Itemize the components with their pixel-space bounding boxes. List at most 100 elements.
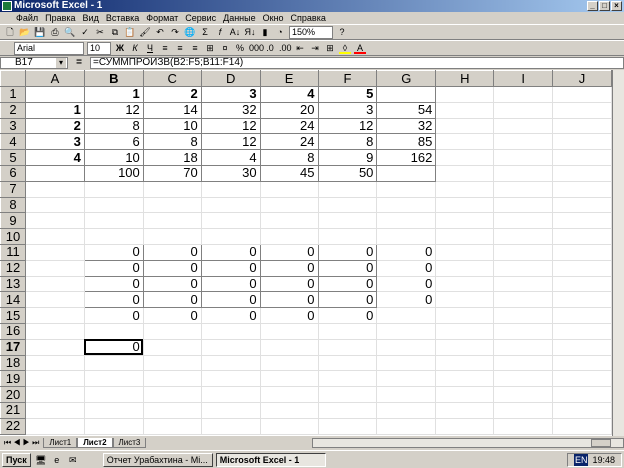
cell-H14[interactable] [435, 291, 495, 309]
cell-E21[interactable] [260, 402, 319, 419]
cell-H19[interactable] [435, 370, 495, 388]
cell-J4[interactable] [552, 133, 612, 151]
cell-G19[interactable] [376, 370, 437, 388]
cell-F16[interactable] [318, 323, 378, 340]
cell-E1[interactable]: 4 [259, 86, 319, 103]
sort-asc-icon[interactable]: A↓ [229, 26, 241, 38]
cell-I10[interactable] [493, 228, 554, 245]
cell-I22[interactable] [493, 418, 554, 435]
cell-B9[interactable] [84, 212, 144, 230]
function-icon[interactable]: f [214, 26, 226, 38]
cell-F20[interactable] [318, 386, 378, 403]
cell-I7[interactable] [493, 181, 554, 198]
cell-E20[interactable] [260, 386, 319, 403]
cell-H7[interactable] [435, 181, 495, 198]
save-icon[interactable]: 💾 [34, 26, 46, 38]
cell-I4[interactable] [493, 133, 554, 151]
cell-J2[interactable] [552, 102, 612, 119]
cell-A19[interactable] [25, 370, 85, 388]
cell-F4[interactable]: 8 [317, 133, 378, 151]
cell-E3[interactable]: 24 [259, 117, 319, 135]
cell-H6[interactable] [435, 165, 495, 182]
cell-I21[interactable] [493, 402, 554, 419]
cell-H13[interactable] [435, 276, 495, 293]
menu-6[interactable]: Данные [223, 13, 256, 23]
cell-D10[interactable] [201, 228, 261, 245]
cell-A15[interactable] [25, 307, 85, 324]
cell-G8[interactable] [376, 197, 437, 214]
cell-I15[interactable] [493, 307, 554, 324]
cell-J18[interactable] [552, 355, 612, 372]
spelling-icon[interactable]: ✓ [79, 26, 91, 38]
cell-I5[interactable] [493, 149, 554, 166]
cell-E4[interactable]: 24 [259, 133, 319, 151]
help-icon[interactable]: ? [336, 26, 348, 38]
cell-A3[interactable]: 2 [24, 117, 85, 135]
cell-A2[interactable]: 1 [24, 101, 85, 119]
cell-J16[interactable] [552, 323, 612, 340]
cell-D18[interactable] [201, 355, 261, 372]
cell-B8[interactable] [84, 197, 144, 214]
cell-C4[interactable]: 8 [142, 133, 202, 151]
cell-B6[interactable]: 100 [83, 164, 144, 182]
merge-icon[interactable]: ⊞ [204, 42, 216, 54]
borders-icon[interactable]: ⊞ [324, 42, 336, 54]
cell-F22[interactable] [318, 418, 378, 435]
close-button[interactable]: × [611, 1, 622, 11]
cell-J15[interactable] [552, 307, 612, 324]
cell-B16[interactable] [84, 323, 144, 340]
cell-G4[interactable]: 85 [376, 133, 437, 151]
row-header-16[interactable]: 16 [0, 322, 26, 340]
cell-H10[interactable] [435, 228, 495, 245]
select-all-button[interactable] [0, 70, 26, 87]
cell-E6[interactable]: 45 [259, 164, 319, 182]
cell-E11[interactable]: 0 [259, 243, 319, 261]
cell-D13[interactable]: 0 [200, 275, 261, 293]
row-header-18[interactable]: 18 [0, 354, 26, 372]
column-header-C[interactable]: C [142, 70, 202, 87]
cell-B14[interactable]: 0 [83, 291, 144, 309]
cell-B20[interactable] [84, 386, 144, 403]
ie-icon[interactable]: e [51, 454, 63, 466]
cell-G1[interactable] [376, 86, 437, 103]
cell-A21[interactable] [25, 402, 85, 419]
cell-H20[interactable] [435, 386, 495, 403]
cell-F5[interactable]: 9 [317, 149, 378, 166]
cell-D20[interactable] [201, 386, 261, 403]
cell-F15[interactable]: 0 [318, 307, 378, 324]
cell-E8[interactable] [260, 197, 319, 214]
cell-D22[interactable] [201, 418, 261, 435]
cell-H17[interactable] [435, 339, 495, 356]
underline-icon[interactable]: Ч [144, 42, 156, 54]
row-header-7[interactable]: 7 [0, 180, 26, 198]
cell-D3[interactable]: 12 [200, 117, 261, 135]
cell-G21[interactable] [376, 402, 437, 419]
cell-H2[interactable] [435, 102, 495, 119]
redo-icon[interactable]: ↷ [169, 26, 181, 38]
row-header-13[interactable]: 13 [0, 275, 26, 293]
cell-G12[interactable]: 0 [376, 260, 437, 277]
cell-J11[interactable] [552, 244, 612, 261]
cell-B11[interactable]: 0 [83, 243, 144, 261]
cell-D1[interactable]: 3 [200, 86, 261, 103]
cell-I20[interactable] [493, 386, 554, 403]
cell-G14[interactable]: 0 [376, 291, 437, 309]
cell-C9[interactable] [143, 212, 202, 230]
column-header-I[interactable]: I [493, 70, 554, 87]
cell-A5[interactable]: 4 [24, 149, 85, 166]
cell-B10[interactable] [84, 228, 144, 245]
cell-I16[interactable] [493, 323, 554, 340]
column-header-H[interactable]: H [435, 70, 495, 87]
cell-C6[interactable]: 70 [142, 164, 202, 182]
decrease-decimal-icon[interactable]: .00 [279, 42, 292, 54]
cell-B2[interactable]: 12 [83, 101, 144, 119]
cell-G3[interactable]: 32 [376, 117, 437, 135]
drawing-icon[interactable]: ◔ [274, 26, 286, 38]
vertical-scrollbar[interactable] [612, 70, 624, 436]
cell-A18[interactable] [25, 355, 85, 372]
cell-B1[interactable]: 1 [83, 86, 144, 103]
cell-A20[interactable] [25, 386, 85, 403]
cell-H5[interactable] [435, 149, 495, 166]
format-painter-icon[interactable]: 🖌 [139, 26, 151, 38]
cell-F12[interactable]: 0 [317, 259, 378, 277]
